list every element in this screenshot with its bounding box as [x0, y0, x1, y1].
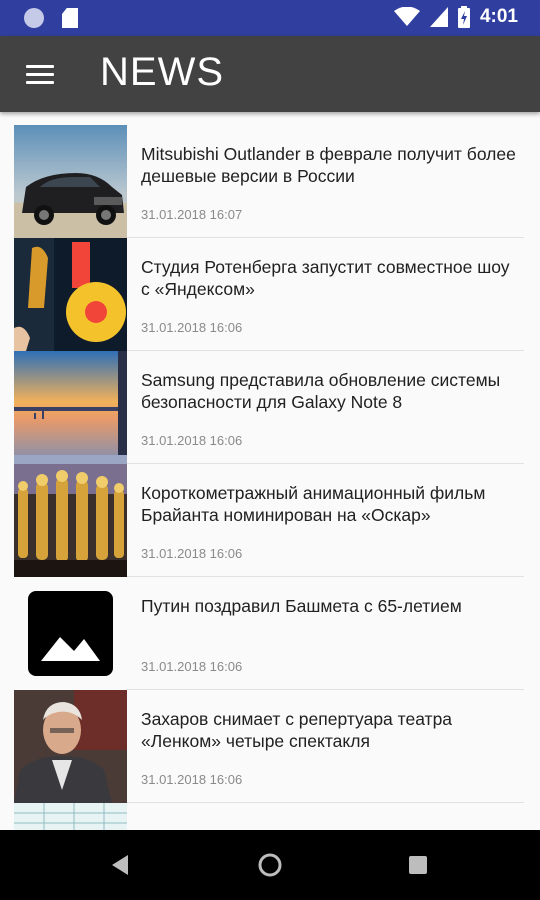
news-title: Студия Ротенберга запустит совместное шо…	[141, 257, 510, 299]
sd-card-icon	[62, 8, 78, 28]
news-title: Путин поздравил Башмета с 65-летием	[141, 596, 462, 616]
news-title: Короткометражный анимационный фильм Брай…	[141, 483, 486, 525]
back-button[interactable]	[80, 830, 160, 900]
news-thumbnail	[14, 464, 127, 577]
home-button[interactable]	[230, 830, 310, 900]
news-item[interactable]: Путин поздравил Башмета с 65-летием 31.0…	[14, 577, 524, 690]
menu-icon[interactable]	[26, 64, 54, 86]
notification-dot-icon	[24, 8, 44, 28]
signal-icon	[429, 7, 448, 27]
news-thumbnail	[14, 125, 127, 238]
news-thumbnail	[14, 238, 127, 351]
back-triangle-icon	[112, 855, 128, 875]
news-thumbnail	[14, 351, 127, 464]
news-item[interactable]: Захаров снимает с репертуара театра «Лен…	[14, 690, 524, 803]
news-date: 31.01.2018 16:06	[141, 772, 243, 787]
status-left-icons	[24, 8, 78, 28]
news-date: 31.01.2018 16:07	[141, 207, 243, 222]
news-item[interactable]	[14, 803, 524, 830]
news-title: Захаров снимает с репертуара театра «Лен…	[141, 709, 453, 751]
page-title: NEWS	[100, 50, 224, 94]
wifi-icon	[393, 7, 420, 26]
status-right-icons: 4:01	[393, 6, 518, 28]
news-thumbnail	[14, 803, 127, 830]
news-list[interactable]: Mitsubishi Outlander в феврале получит б…	[0, 112, 540, 830]
news-date: 31.01.2018 16:06	[141, 433, 243, 448]
navigation-bar	[0, 830, 540, 900]
news-item[interactable]: Короткометражный анимационный фильм Брай…	[14, 464, 524, 577]
news-date: 31.01.2018 16:06	[141, 320, 243, 335]
news-thumbnail	[14, 690, 127, 803]
recents-button[interactable]	[378, 830, 458, 900]
status-bar: 4:01	[0, 0, 540, 36]
news-item[interactable]: Samsung представила обновление системы б…	[14, 351, 524, 464]
news-date: 31.01.2018 16:06	[141, 546, 243, 561]
status-time: 4:01	[479, 6, 518, 27]
news-date: 31.01.2018 16:06	[141, 659, 243, 674]
home-circle-icon	[258, 853, 282, 877]
battery-icon	[457, 6, 470, 28]
image-placeholder-icon	[14, 577, 127, 690]
news-title: Samsung представила обновление системы б…	[141, 370, 501, 412]
news-title: Mitsubishi Outlander в феврале получит б…	[141, 144, 516, 186]
news-item[interactable]: Mitsubishi Outlander в феврале получит б…	[14, 125, 524, 238]
recents-square-icon	[409, 856, 427, 874]
news-item[interactable]: Студия Ротенберга запустит совместное шо…	[14, 238, 524, 351]
app-bar: NEWS	[0, 36, 540, 112]
